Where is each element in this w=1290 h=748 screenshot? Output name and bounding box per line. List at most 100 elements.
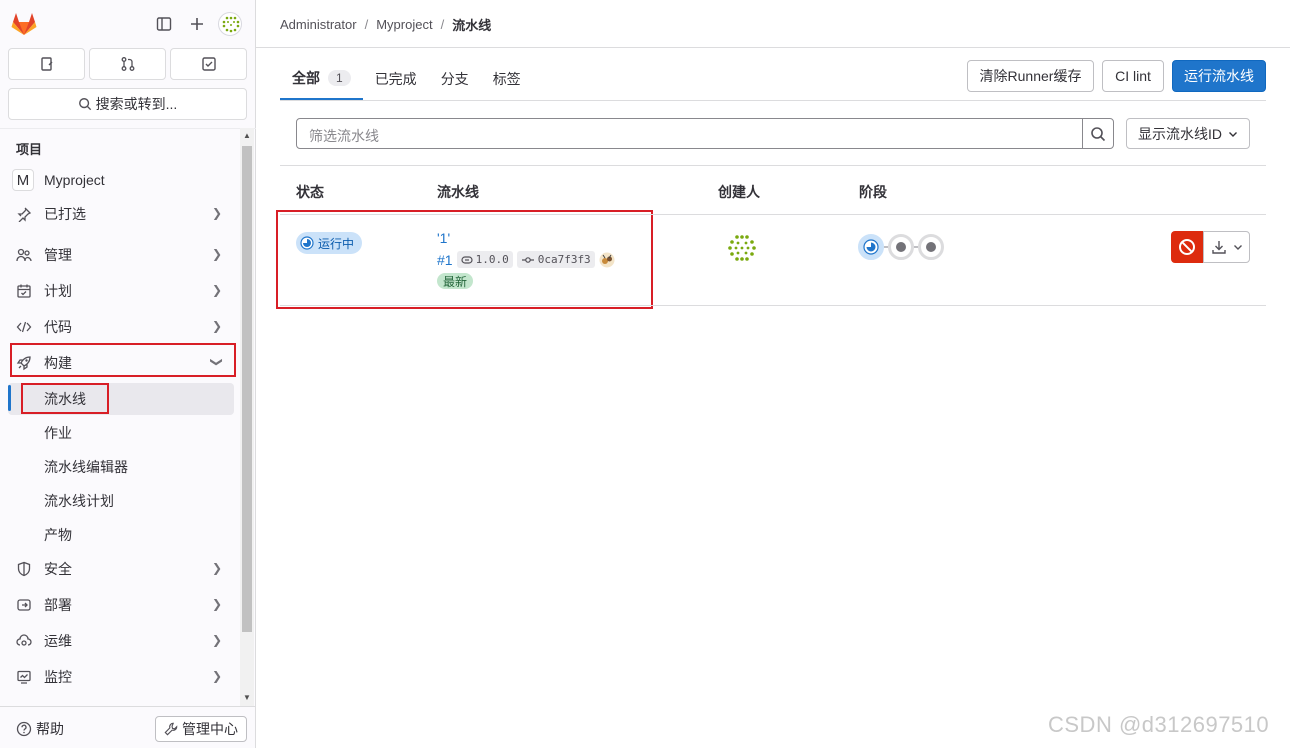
tabs-divider — [280, 100, 1266, 101]
display-id-dropdown[interactable]: 显示流水线ID — [1126, 118, 1250, 149]
sidebar-item-pinned[interactable]: 已打选 ❯ — [8, 198, 234, 230]
filter-search-button[interactable] — [1082, 119, 1113, 148]
sidebar-item-code[interactable]: 代码 ❯ — [8, 311, 234, 343]
table-row-border — [280, 305, 1266, 306]
status-running-icon — [300, 236, 314, 250]
sidebar-subitem-artifacts[interactable]: 产物 — [8, 519, 234, 551]
column-header-stages: 阶段 — [859, 184, 887, 200]
search-button[interactable]: 搜索或转到... — [8, 88, 247, 120]
gitlab-logo-icon[interactable] — [10, 10, 38, 38]
pipeline-name-link[interactable]: '1' — [437, 230, 450, 246]
sidebar-subitem-jobs[interactable]: 作业 — [8, 417, 234, 449]
sidebar-subitem-label: 流水线计划 — [44, 493, 114, 509]
help-button[interactable]: 帮助 — [16, 719, 64, 739]
pipeline-id-link[interactable]: #1 — [437, 252, 453, 268]
rocket-icon — [14, 353, 34, 373]
sidebar-item-label: 管理 — [44, 247, 72, 263]
active-indicator — [8, 385, 11, 411]
breadcrumb-item[interactable]: Administrator — [280, 17, 357, 32]
sidebar-item-operate[interactable]: 运维 ❯ — [8, 625, 234, 657]
sidebar-item-plan[interactable]: 计划 ❯ — [8, 275, 234, 307]
sidebar-subitem-label: 作业 — [44, 425, 72, 441]
sidebar-item-build[interactable]: 构建 ❯ — [8, 347, 234, 379]
sidebar-item-monitor[interactable]: 监控 ❯ — [8, 661, 234, 693]
sidebar-subitem-pipeline-schedules[interactable]: 流水线计划 — [8, 485, 234, 517]
question-icon — [16, 721, 32, 737]
column-header-creator: 创建人 — [718, 184, 760, 200]
tab-label: 标签 — [492, 71, 521, 87]
merge-requests-button[interactable] — [89, 48, 166, 80]
code-icon — [14, 317, 34, 337]
commit-chip[interactable]: 0ca7f3f3 — [516, 251, 595, 268]
scroll-thumb[interactable] — [242, 146, 252, 632]
breadcrumb-current: 流水线 — [452, 18, 492, 33]
filter-pipelines-input[interactable]: 筛选流水线 — [296, 118, 1114, 149]
breadcrumb-separator: / — [364, 17, 369, 32]
sidebar-item-security[interactable]: 安全 ❯ — [8, 553, 234, 585]
sidebar-subitem-label: 流水线编辑器 — [44, 459, 128, 475]
cancel-pipeline-button[interactable] — [1171, 231, 1203, 263]
chevron-right-icon: ❯ — [211, 319, 222, 333]
stage-created[interactable] — [918, 234, 944, 260]
sidebar-item-label: 构建 — [44, 355, 72, 371]
stage-running[interactable] — [858, 234, 884, 260]
pipeline-meta: #1 1.0.0 0ca7f3f3 — [437, 251, 615, 268]
calendar-icon — [14, 281, 34, 301]
todos-button[interactable] — [170, 48, 247, 80]
stage-created[interactable] — [888, 234, 914, 260]
section-title: 项目 — [16, 142, 43, 157]
tab-label: 已完成 — [374, 71, 417, 87]
shield-icon — [14, 559, 34, 579]
merge-request-icon — [121, 57, 134, 71]
sidebar-item-manage[interactable]: 管理 ❯ — [8, 239, 234, 271]
scroll-up-icon[interactable]: ▲ — [243, 131, 251, 140]
pipeline-stages — [858, 234, 944, 260]
tab-branches[interactable]: 分支 — [429, 58, 481, 100]
cancel-icon — [1179, 239, 1195, 255]
sidebar-subitem-pipelines[interactable]: 流水线 — [8, 383, 234, 415]
pin-icon — [14, 204, 34, 224]
latest-badge: 最新 — [437, 273, 474, 289]
sidebar-item-project[interactable]: M Myproject — [8, 164, 234, 196]
ref-label: 1.0.0 — [475, 253, 509, 266]
status-created-icon — [926, 242, 936, 252]
search-icon — [1091, 126, 1106, 141]
dropdown-label: 显示流水线ID — [1138, 125, 1222, 142]
watermark: CSDN @d312697510 — [1048, 712, 1270, 737]
chevron-right-icon: ❯ — [211, 561, 222, 575]
chevron-right-icon: ❯ — [211, 633, 222, 647]
commit-author-avatar[interactable] — [599, 252, 615, 268]
download-artifacts-button[interactable] — [1203, 231, 1250, 263]
breadcrumb-item[interactable]: Myproject — [376, 17, 432, 32]
chevron-right-icon: ❯ — [211, 669, 222, 683]
sidebar-header — [0, 0, 256, 48]
creator-avatar[interactable] — [726, 232, 758, 264]
sidebar-item-label: 运维 — [44, 633, 72, 649]
run-pipeline-button[interactable]: 运行流水线 — [1172, 60, 1266, 92]
sidebar-item-label: 代码 — [44, 319, 72, 335]
search-label: 搜索或转到... — [95, 96, 178, 112]
create-new-icon[interactable] — [185, 12, 209, 36]
sidebar-scrollbar[interactable]: ▲ ▼ — [240, 128, 254, 706]
tab-finished[interactable]: 已完成 — [363, 58, 429, 100]
clear-runner-cache-button[interactable]: 清除Runner缓存 — [967, 60, 1094, 92]
column-header-status: 状态 — [296, 184, 324, 200]
admin-area-button[interactable]: 管理中心 — [155, 716, 247, 742]
scroll-down-icon[interactable]: ▼ — [243, 693, 251, 702]
sidebar-item-label: 计划 — [44, 283, 72, 299]
tab-tags[interactable]: 标签 — [481, 58, 533, 100]
breadcrumb-separator: / — [440, 17, 445, 32]
tab-all[interactable]: 全部 1 — [280, 58, 363, 100]
sidebar-item-label: 监控 — [44, 669, 72, 685]
ref-chip[interactable]: 1.0.0 — [456, 251, 513, 268]
search-icon — [78, 98, 91, 111]
sidebar-toggle-icon[interactable] — [152, 12, 176, 36]
user-avatar[interactable] — [218, 12, 242, 36]
tag-icon — [460, 255, 473, 264]
status-badge[interactable]: 运行中 — [296, 232, 363, 254]
sidebar-subitem-pipeline-editor[interactable]: 流水线编辑器 — [8, 451, 234, 483]
sidebar-item-deploy[interactable]: 部署 ❯ — [8, 589, 234, 621]
download-icon — [1211, 241, 1226, 254]
issues-button[interactable] — [8, 48, 85, 80]
ci-lint-button[interactable]: CI lint — [1102, 60, 1164, 92]
